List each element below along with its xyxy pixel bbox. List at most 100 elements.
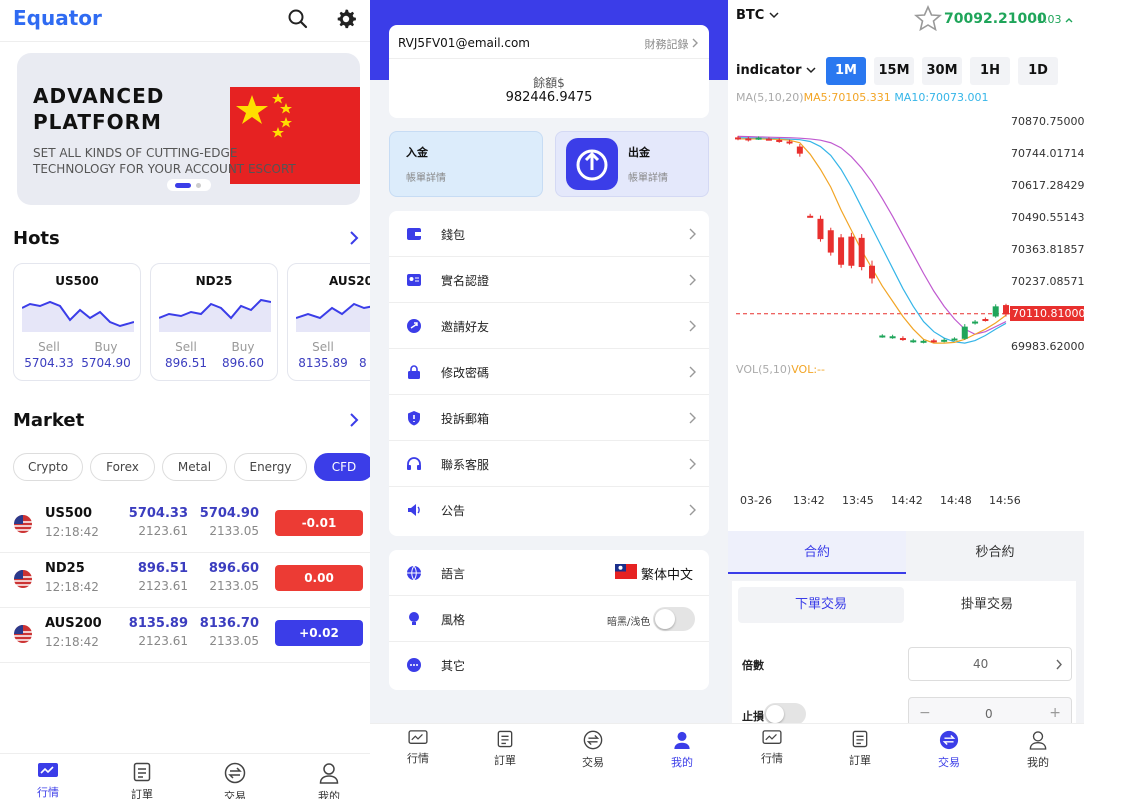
candle — [807, 213, 814, 218]
timeframe-1m[interactable]: 1M — [826, 57, 866, 85]
tab-market[interactable]: 行情 — [748, 730, 796, 766]
tab-second-contract[interactable]: 秒合約 — [906, 531, 1084, 574]
menu-announcement[interactable]: 公告 — [389, 487, 709, 533]
preferences-menu: 語言 繁体中文 風格 暗黑/浅色 其它 — [389, 550, 709, 690]
menu-invite[interactable]: 邀請好友 — [389, 303, 709, 349]
y-tick: 70870.75000 — [1011, 115, 1084, 128]
sparkline — [296, 302, 370, 332]
y-tick: 70363.81857 — [1011, 243, 1084, 256]
sparkline — [159, 298, 271, 332]
x-tick: 14:56 — [989, 494, 1021, 507]
chevron-right-icon[interactable] — [348, 413, 360, 427]
market-row[interactable]: AUS200 12:18:42 8135.89 8136.70 2123.61 … — [0, 608, 370, 663]
candle — [930, 338, 937, 343]
candle — [838, 234, 845, 268]
candle — [899, 336, 906, 341]
chip-cfd[interactable]: CFD — [314, 453, 370, 481]
tab-market-order[interactable]: 下單交易 — [738, 587, 904, 623]
search-icon[interactable] — [287, 8, 309, 30]
candle — [889, 334, 896, 339]
bottom-tab-bar: 行情 訂單 交易 我的 — [0, 753, 370, 799]
tab-profile[interactable]: 我的 — [305, 762, 353, 799]
taiwan-flag-icon — [615, 564, 637, 579]
document-icon — [852, 730, 868, 748]
multiplier-select[interactable]: 40 — [908, 647, 1072, 681]
chevron-right-icon — [689, 366, 696, 378]
multiplier-label: 倍數 — [742, 659, 764, 672]
timeframe-1h[interactable]: 1H — [970, 57, 1010, 85]
hot-card-us500[interactable]: US500 Sell Buy 5704.33 5704.90 — [13, 263, 141, 381]
current-price: 70092.21000 — [944, 11, 1047, 27]
tab-orders[interactable]: 訂單 — [118, 762, 166, 799]
menu-theme[interactable]: 風格 暗黑/浅色 — [389, 596, 709, 642]
candlestick-chart[interactable] — [728, 100, 1084, 360]
tab-profile[interactable]: 我的 — [1014, 730, 1062, 770]
change-badge[interactable]: 0.00 — [275, 565, 363, 591]
chevron-right-icon — [692, 38, 698, 48]
tab-profile[interactable]: 我的 — [658, 730, 706, 770]
sparkline — [22, 300, 134, 332]
menu-support[interactable]: 聯系客服 — [389, 441, 709, 487]
arrow-up-icon — [1065, 18, 1073, 23]
menu-other[interactable]: 其它 — [389, 642, 709, 688]
account-card: RVJ5FV01@email.com 財務記錄 餘額$ 982446.9475 — [389, 25, 709, 118]
timeframe-30m[interactable]: 30M — [922, 57, 962, 85]
market-row[interactable]: US500 12:18:42 5704.33 5704.90 2123.61 2… — [0, 498, 370, 553]
bottom-tab-bar: 行情 訂單 交易 我的 — [370, 723, 728, 799]
x-tick: 13:45 — [842, 494, 874, 507]
candle — [817, 215, 824, 242]
symbol-selector[interactable]: BTC — [736, 8, 779, 23]
menu-complaint[interactable]: 投訴郵箱 — [389, 395, 709, 441]
stop-loss-toggle[interactable] — [764, 703, 806, 725]
volume-legend: VOL(5,10)VOL:-- — [736, 363, 825, 376]
change-badge[interactable]: -0.01 — [275, 510, 363, 536]
us-flag-icon — [14, 570, 32, 588]
promo-banner[interactable]: ADVANCED PLATFORM SET ALL KINDS OF CUTTIN… — [17, 53, 360, 205]
chevron-right-icon — [689, 320, 696, 332]
theme-toggle[interactable] — [653, 607, 695, 631]
chip-energy[interactable]: Energy — [234, 453, 307, 481]
deposit-button[interactable]: 入金 帳單詳情 — [389, 131, 543, 197]
us-flag-icon — [14, 625, 32, 643]
tab-orders[interactable]: 訂單 — [481, 730, 529, 768]
star-icon[interactable] — [914, 5, 942, 31]
tab-limit-order[interactable]: 掛單交易 — [904, 587, 1070, 623]
chip-crypto[interactable]: Crypto — [13, 453, 83, 481]
id-card-icon — [407, 274, 421, 286]
indicator-selector[interactable]: indicator — [736, 63, 816, 78]
menu-wallet[interactable]: 錢包 — [389, 211, 709, 257]
tab-trade[interactable]: 交易 — [211, 762, 259, 799]
withdraw-button[interactable]: 出金 帳單詳情 — [555, 131, 709, 197]
tab-market[interactable]: 行情 — [24, 762, 72, 799]
chevron-right-icon[interactable] — [348, 231, 360, 245]
home-screen: Equator ADVANCED PLATFORM SET ALL KINDS O… — [0, 0, 370, 799]
candle — [972, 320, 979, 325]
tab-trade[interactable]: 交易 — [569, 730, 617, 770]
language-value: 繁体中文 — [641, 568, 694, 583]
hot-card-nd25[interactable]: ND25 Sell Buy 896.51 896.60 — [150, 263, 278, 381]
chip-metal[interactable]: Metal — [162, 453, 227, 481]
us-flag-icon — [14, 515, 32, 533]
menu-password[interactable]: 修改密碼 — [389, 349, 709, 395]
y-tick: 70237.08571 — [1011, 275, 1084, 288]
tab-market[interactable]: 行情 — [394, 730, 442, 766]
gear-icon[interactable] — [335, 8, 357, 30]
menu-language[interactable]: 語言 繁体中文 — [389, 550, 709, 596]
tab-trade[interactable]: 交易 — [925, 730, 973, 770]
tab-orders[interactable]: 訂單 — [836, 730, 884, 768]
records-link[interactable]: 財務記錄 — [645, 36, 700, 52]
speaker-icon — [408, 504, 420, 516]
hot-card-aus200[interactable]: AUS200 Sell 8135.89 8 — [287, 263, 370, 381]
chip-forex[interactable]: Forex — [90, 453, 155, 481]
tab-contract[interactable]: 合約 — [728, 531, 906, 574]
menu-verify[interactable]: 實名認證 — [389, 257, 709, 303]
timeframe-1d[interactable]: 1D — [1018, 57, 1058, 85]
plus-icon: + — [1049, 705, 1061, 721]
timeframe-15m[interactable]: 15M — [874, 57, 914, 85]
change-badge[interactable]: +0.02 — [275, 620, 363, 646]
current-price-tag: 70110.81000 — [1010, 306, 1084, 321]
home-header: Equator — [0, 0, 370, 42]
market-row[interactable]: ND25 12:18:42 896.51 896.60 2123.61 2133… — [0, 553, 370, 608]
banner-pagination[interactable] — [167, 179, 211, 191]
balance-label: 餘額$ — [533, 76, 565, 90]
